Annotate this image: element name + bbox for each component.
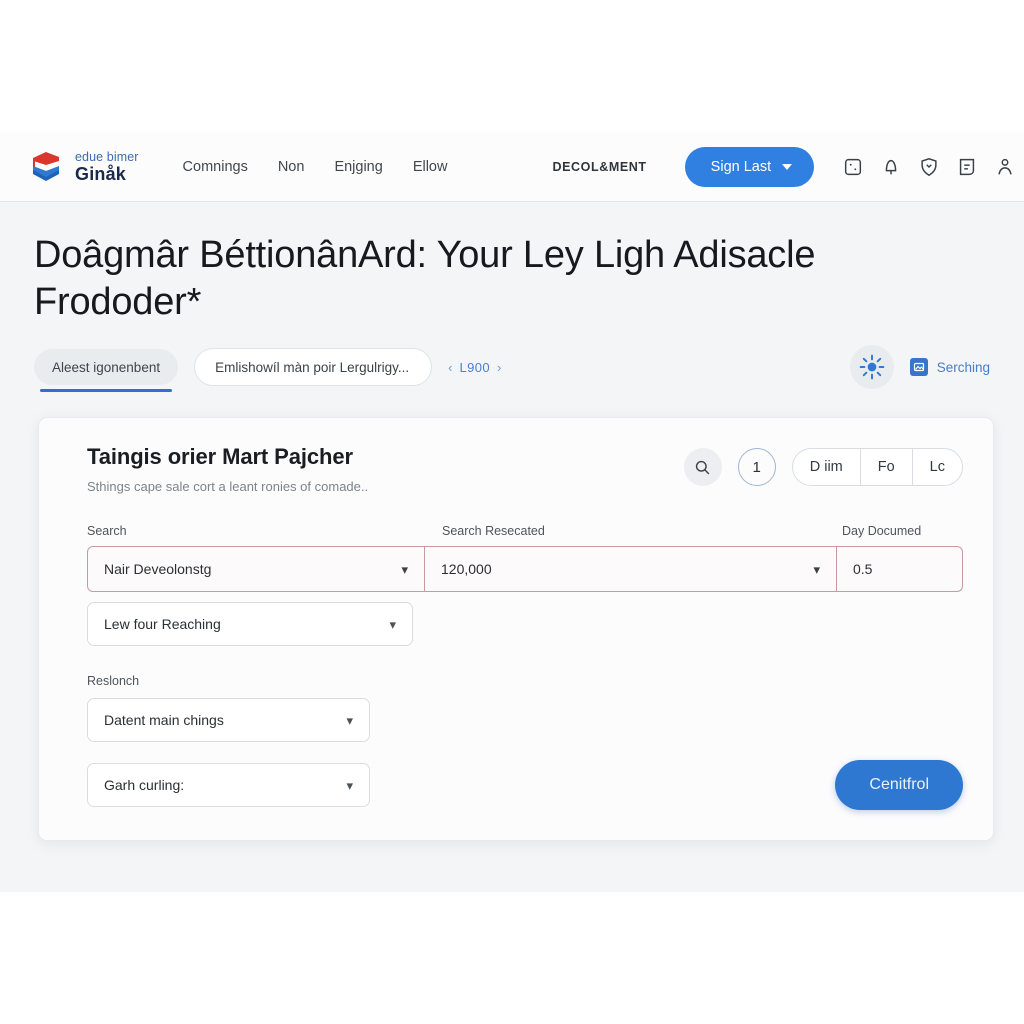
field-day-documed-input[interactable]: 0.5 (837, 546, 963, 593)
submit-button[interactable]: Cenitfrol (835, 760, 963, 811)
label-col-3: Day Documed (842, 524, 922, 539)
segment-1[interactable]: Fo (861, 449, 913, 486)
hexagon-logo-icon (26, 147, 66, 187)
field-search-select[interactable]: Nair Deveolonstg ▾ (87, 546, 425, 593)
group-field-row-1: Datent main chings ▾ (87, 698, 963, 743)
hero-section: Doâgmâr BéttionânArd: Your Ley Ligh Adis… (0, 202, 1024, 393)
image-icon (909, 358, 928, 377)
site-header: edue bimer Ginåk Comnings Non Enjging El… (0, 132, 1024, 202)
header-icon-group (842, 156, 1024, 178)
searching-label: Serching (936, 359, 990, 375)
card-header-controls: 1 D iim Fo Lc (683, 444, 963, 487)
theme-toggle-button[interactable] (849, 345, 894, 390)
nav-item-0[interactable]: Comnings (183, 159, 248, 175)
page-title: Doâgmâr BéttionânArd: Your Ley Ligh Adis… (34, 234, 816, 323)
dice-icon[interactable] (842, 156, 864, 178)
tab-active[interactable]: Aleest igonenbent (34, 349, 179, 393)
chevron-down-icon: ▾ (346, 777, 353, 793)
field-reaching-select[interactable]: Lew four Reaching ▾ (87, 602, 413, 647)
pagination: ‹ L900 › (448, 360, 501, 375)
hero-controls: Aleest igonenbent Emlishowíl màn poir Le… (34, 345, 990, 393)
field-day-documed-value: 0.5 (853, 561, 873, 578)
screen: edue bimer Ginåk Comnings Non Enjging El… (0, 0, 1024, 1024)
segment-0[interactable]: D iim (793, 449, 861, 486)
field-datent-value: Datent main chings (104, 712, 224, 729)
view-segmented-control: D iim Fo Lc (791, 448, 963, 487)
label-col-1: Search (87, 524, 127, 539)
chevron-down-icon: ▾ (813, 561, 820, 577)
chevron-down-icon (782, 163, 793, 170)
result-count-badge[interactable]: 1 (737, 448, 776, 487)
message-face-icon[interactable] (956, 156, 978, 178)
form-column-labels: Search Search Resecated Day Documed (87, 524, 963, 538)
field-resecated-value: 120,000 (441, 561, 492, 578)
lamp-icon[interactable] (880, 156, 902, 178)
pagination-value: L900 (459, 359, 490, 375)
label-col-2: Search Resecated (442, 524, 545, 539)
field-reaching-value: Lew four Reaching (104, 616, 221, 633)
field-garh-select[interactable]: Garh curling: ▾ (87, 763, 370, 808)
brand-tagline: edue bimer (75, 149, 139, 164)
chevron-down-icon: ▾ (389, 616, 396, 632)
magnifier-icon (696, 460, 710, 475)
brand-logo[interactable]: edue bimer Ginåk (26, 147, 139, 187)
chevron-down-icon: ▾ (346, 712, 353, 728)
filter-card: Taingis orier Mart Pajcher Sthings cape … (38, 417, 994, 842)
pagination-next[interactable]: › (497, 360, 501, 375)
field-search-value: Nair Deveolonstg (104, 561, 212, 578)
searching-status[interactable]: Serching (909, 358, 990, 377)
shield-heart-icon[interactable] (918, 156, 940, 178)
main-navigation: Comnings Non Enjging Ellow (183, 159, 448, 175)
field-datent-select[interactable]: Datent main chings ▾ (87, 698, 370, 743)
group-label-reslonch: Reslonch (87, 674, 140, 689)
search-input[interactable]: Emlishowíl màn poir Lergulrigy... (194, 348, 433, 387)
segment-2[interactable]: Lc (913, 449, 962, 485)
form-primary-row: Nair Deveolonstg ▾ 120,000 ▾ 0.5 (87, 546, 963, 593)
card-search-button[interactable] (683, 448, 722, 487)
brand-name: Ginåk (75, 164, 127, 184)
form-bottom-row: Garh curling: ▾ Cenitfrol (87, 760, 963, 811)
card-title: Taingis orier Mart Pajcher (87, 444, 353, 470)
pagination-prev[interactable]: ‹ (448, 360, 452, 375)
nav-item-3[interactable]: Ellow (413, 159, 448, 175)
sign-in-label: Sign Last (710, 158, 772, 175)
browser-page: edue bimer Ginåk Comnings Non Enjging El… (0, 132, 1024, 892)
form-secondary-row: Lew four Reaching ▾ (87, 602, 963, 647)
field-garh-value: Garh curling: (104, 777, 185, 794)
nav-item-1[interactable]: Non (278, 159, 305, 175)
hero-right-controls: Serching (849, 345, 990, 390)
nav-item-2[interactable]: Enjging (334, 159, 382, 175)
chevron-down-icon: ▾ (401, 561, 408, 577)
header-tagline: DECOL&MENT (552, 159, 647, 174)
person-icon[interactable] (994, 156, 1016, 178)
field-resecated-select[interactable]: 120,000 ▾ (425, 546, 837, 593)
sun-icon (859, 355, 885, 380)
card-header: Taingis orier Mart Pajcher Sthings cape … (87, 444, 963, 494)
sign-in-button[interactable]: Sign Last (684, 146, 815, 187)
card-subtitle: Sthings cape sale cort a leant ronies of… (87, 479, 369, 495)
